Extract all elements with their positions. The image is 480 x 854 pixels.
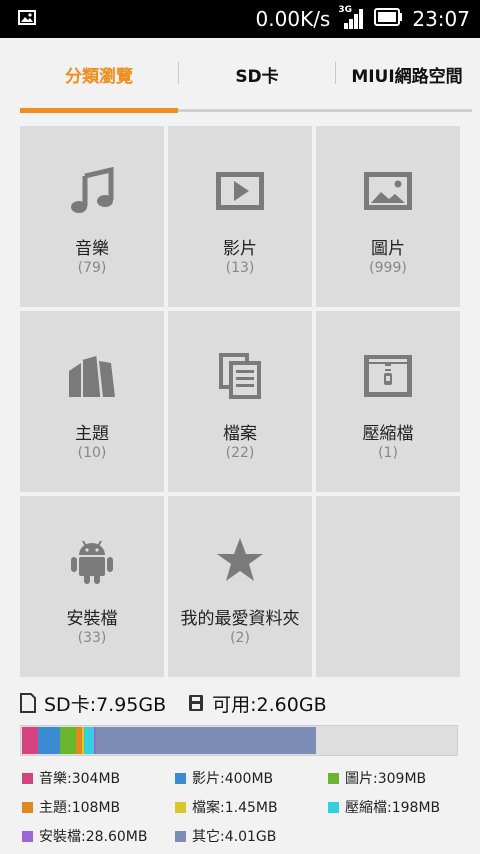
storage-usage-bar xyxy=(20,725,458,756)
battery-icon xyxy=(374,8,404,30)
tab-category-browse[interactable]: 分類瀏覽 xyxy=(20,62,178,90)
category-name: 壓縮檔 xyxy=(362,424,414,444)
category-count: (999) xyxy=(369,260,407,276)
legend-swatch xyxy=(22,830,33,842)
legend-swatch xyxy=(175,772,186,784)
category-name: 主題 xyxy=(75,424,109,444)
free-space: 可用:2.60GB xyxy=(212,693,327,716)
category-tile-archives[interactable]: 壓縮檔 (1) xyxy=(316,311,460,492)
legend-swatch xyxy=(175,830,186,842)
category-name: 檔案 xyxy=(223,424,257,444)
category-count: (33) xyxy=(77,630,107,646)
picture-icon xyxy=(364,172,412,210)
legend-item-themes: 主題:108MB xyxy=(22,797,120,817)
category-tile-documents[interactable]: 檔案 (22) xyxy=(168,311,312,492)
category-name: 圖片 xyxy=(371,239,405,259)
usage-segment-1 xyxy=(38,727,60,754)
tab-divider xyxy=(178,62,179,84)
legend-item-video: 影片:400MB xyxy=(175,768,273,788)
category-tile-empty xyxy=(316,496,460,677)
usage-segment-0 xyxy=(22,727,39,754)
legend-item-music: 音樂:304MB xyxy=(22,768,120,788)
category-name: 音樂 xyxy=(75,239,109,259)
music-note-icon xyxy=(71,166,114,213)
legend-swatch xyxy=(328,801,339,813)
legend-swatch xyxy=(22,772,33,784)
category-tile-themes[interactable]: 主題 (10) xyxy=(20,311,164,492)
usage-legend: 音樂:304MB 影片:400MB 圖片:309MB 主題:108MB 檔案:1… xyxy=(22,768,462,852)
category-tile-apk[interactable]: 安裝檔 (33) xyxy=(20,496,164,677)
usage-segment-7 xyxy=(95,727,316,754)
archive-icon xyxy=(364,355,412,397)
image-notification-icon xyxy=(18,10,36,29)
category-tile-favorites[interactable]: 我的最愛資料夾 (2) xyxy=(168,496,312,677)
storage-summary: SD卡:7.95GB 可用:2.60GB xyxy=(20,690,460,716)
category-name: 安裝檔 xyxy=(66,609,118,629)
category-tile-video[interactable]: 影片 (13) xyxy=(168,126,312,307)
tab-active-indicator xyxy=(20,108,178,113)
sd-card-icon xyxy=(20,693,36,713)
legend-item-archives: 壓縮檔:198MB xyxy=(328,797,440,817)
category-tile-pictures[interactable]: 圖片 (999) xyxy=(316,126,460,307)
usage-segment-2 xyxy=(59,727,77,754)
category-name: 影片 xyxy=(223,239,257,259)
category-grid: 音樂 (79) 影片 (13) 圖片 (999) 主題 (10) 檔案 (22)… xyxy=(20,126,460,677)
category-count: (10) xyxy=(77,445,107,461)
legend-item-apk: 安裝檔:28.60MB xyxy=(22,826,147,846)
legend-item-documents: 檔案:1.45MB xyxy=(175,797,278,817)
theme-icon xyxy=(69,354,115,398)
legend-swatch xyxy=(175,801,186,813)
category-name: 我的最愛資料夾 xyxy=(180,609,300,629)
android-icon xyxy=(71,540,113,584)
category-count: (1) xyxy=(378,445,398,461)
category-count: (79) xyxy=(77,260,107,276)
video-icon xyxy=(216,172,264,210)
sd-card-total: SD卡:7.95GB xyxy=(44,693,167,716)
category-count: (22) xyxy=(225,445,255,461)
tab-sd-card[interactable]: SD卡 xyxy=(180,62,334,90)
legend-item-other: 其它:4.01GB xyxy=(175,826,276,846)
star-icon xyxy=(217,538,263,581)
legend-swatch xyxy=(328,772,339,784)
usage-segment-5 xyxy=(83,727,95,754)
tab-bar: 分類瀏覽 SD卡 MIUI網路空間 xyxy=(0,38,480,114)
clock: 23:07 xyxy=(412,7,470,31)
category-count: (13) xyxy=(225,260,255,276)
documents-icon xyxy=(219,353,261,399)
category-tile-music[interactable]: 音樂 (79) xyxy=(20,126,164,307)
legend-item-pictures: 圖片:309MB xyxy=(328,768,426,788)
legend-swatch xyxy=(22,801,33,813)
signal-icon: 3G xyxy=(338,5,366,31)
category-count: (2) xyxy=(230,630,250,646)
network-speed: 0.00K/s xyxy=(255,7,331,31)
status-bar: 0.00K/s 3G 23:07 xyxy=(0,0,480,38)
free-space-icon xyxy=(189,695,204,711)
tab-miui-cloud[interactable]: MIUI網路空間 xyxy=(334,62,480,90)
